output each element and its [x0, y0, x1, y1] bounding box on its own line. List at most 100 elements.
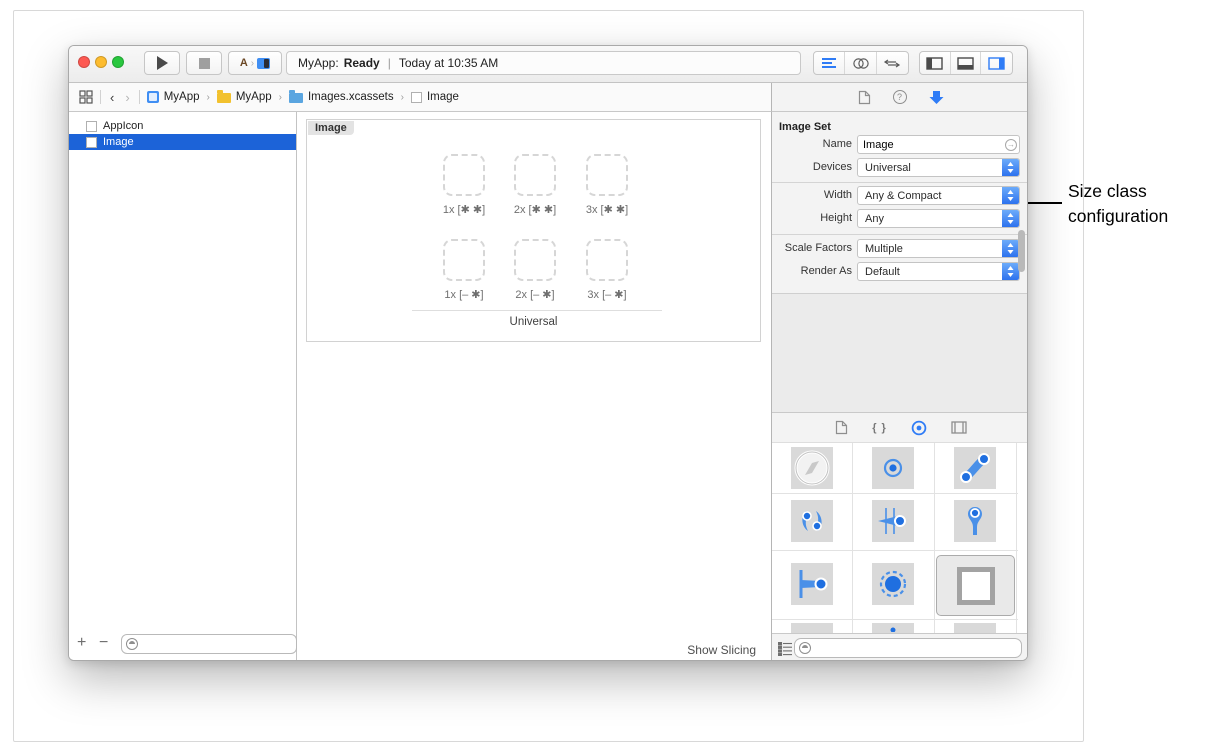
library-item-partial[interactable] — [954, 623, 996, 633]
field-label: Devices — [772, 158, 852, 177]
callout-text: Size class configuration — [1068, 179, 1218, 228]
name-field[interactable]: → — [857, 135, 1020, 154]
compass-icon — [793, 449, 831, 487]
attributes-inspector-tab[interactable] — [929, 90, 944, 105]
editor-mode-group — [813, 51, 909, 75]
run-button[interactable] — [144, 51, 180, 75]
popup-value: Multiple — [858, 243, 1002, 255]
scheme-selector[interactable]: A › — [228, 51, 282, 75]
width-popup[interactable]: Any & Compact — [857, 186, 1020, 205]
circle-dot-icon — [883, 458, 903, 478]
library-item-compass[interactable] — [791, 447, 833, 489]
navigate-arrow-icon[interactable]: → — [1005, 139, 1017, 151]
toggle-debug-area-button[interactable] — [951, 52, 982, 74]
add-asset-button[interactable]: + — [77, 635, 86, 651]
image-well-3x-any[interactable] — [586, 154, 628, 196]
standard-editor-button[interactable] — [814, 52, 845, 74]
forward-button[interactable]: › — [123, 91, 131, 104]
version-editor-button[interactable] — [877, 52, 908, 74]
image-set-icon — [411, 92, 422, 103]
asset-row-appicon[interactable]: AppIcon — [69, 118, 296, 134]
library-item-image-well-selected[interactable] — [936, 555, 1015, 616]
stop-icon — [199, 58, 210, 69]
library-item-callout-arrow[interactable] — [872, 500, 914, 542]
back-button[interactable]: ‹ — [108, 91, 116, 104]
scale-factors-popup[interactable]: Multiple — [857, 239, 1020, 258]
library-item-connection[interactable] — [954, 447, 996, 489]
grid-line — [772, 493, 1018, 494]
library-item-bar-dot[interactable] — [791, 563, 833, 605]
zoom-window-button[interactable] — [112, 56, 124, 68]
breadcrumb-group[interactable]: MyApp — [217, 91, 272, 103]
render-as-popup[interactable]: Default — [857, 262, 1020, 281]
library-item-swirl[interactable] — [791, 500, 833, 542]
connection-icon — [958, 451, 992, 485]
related-items-icon[interactable] — [79, 90, 93, 104]
popup-chevrons-icon — [1002, 159, 1019, 176]
image-well-2x-compact[interactable] — [514, 239, 556, 281]
media-library-tab[interactable] — [951, 421, 967, 434]
image-well-1x-any[interactable] — [443, 154, 485, 196]
show-slicing-button[interactable]: Show Slicing — [687, 643, 756, 657]
sidebar-filter-input[interactable] — [142, 638, 296, 650]
remove-asset-button[interactable]: − — [99, 635, 108, 651]
library-scrollbar[interactable] — [1018, 230, 1025, 272]
popup-chevrons-icon — [1002, 210, 1019, 227]
assistant-editor-icon — [852, 57, 870, 70]
height-popup[interactable]: Any — [857, 209, 1020, 228]
chevron-right-icon: › — [251, 58, 254, 69]
divider — [100, 90, 101, 104]
well-label: 3x [– ✱] — [565, 288, 649, 301]
image-well-2x-any[interactable] — [514, 154, 556, 196]
breadcrumb-label: MyApp — [164, 91, 200, 103]
image-set-icon — [86, 121, 97, 132]
image-well-1x-compact[interactable] — [443, 239, 485, 281]
toggle-utilities-button[interactable] — [981, 52, 1012, 74]
chevron-right-icon: › — [401, 92, 404, 103]
traffic-lights — [78, 56, 124, 68]
divider — [772, 182, 1028, 183]
asset-row-image[interactable]: Image — [69, 134, 296, 150]
close-window-button[interactable] — [78, 56, 90, 68]
figure-canvas: A › MyApp: Ready | Today at 10:35 AM — [0, 0, 1221, 754]
field-label: Height — [772, 209, 852, 228]
dot-icon — [889, 624, 897, 632]
library-view-mode-icon[interactable] — [778, 642, 792, 656]
stop-button[interactable] — [186, 51, 222, 75]
inspector-tab-bar: ? — [771, 83, 1028, 112]
quick-help-inspector-tab[interactable]: ? — [893, 90, 907, 104]
library-filter-field[interactable] — [794, 638, 1022, 658]
file-inspector-tab[interactable] — [858, 90, 871, 105]
assistant-editor-button[interactable] — [845, 52, 876, 74]
library-item-partial[interactable] — [791, 623, 833, 633]
object-library-tab[interactable] — [911, 420, 927, 436]
project-icon — [147, 91, 159, 103]
library-item-focus-ring[interactable] — [872, 563, 914, 605]
divider — [772, 234, 1028, 235]
status-state: Ready — [344, 56, 380, 70]
code-snippet-library-tab[interactable]: { } — [872, 422, 887, 434]
breadcrumb-asset-catalog[interactable]: Images.xcassets — [289, 91, 394, 103]
image-set-box: Image 1x [✱ ✱] 2x [✱ ✱] 3x [✱ ✱] 1x [– ✱… — [306, 119, 761, 342]
file-template-library-tab[interactable] — [835, 420, 848, 435]
asset-row-label: Image — [103, 136, 134, 148]
callout-line — [1028, 202, 1062, 204]
library-item-pin[interactable] — [954, 500, 996, 542]
library-item-partial[interactable] — [872, 623, 914, 633]
toggle-navigator-button[interactable] — [920, 52, 951, 74]
minimize-window-button[interactable] — [95, 56, 107, 68]
run-destination-icon — [257, 58, 270, 69]
breadcrumb-label: Image — [427, 91, 459, 103]
debug-area-icon — [957, 57, 974, 70]
sidebar-filter-field[interactable] — [121, 634, 297, 654]
breadcrumb-project[interactable]: MyApp — [147, 91, 200, 103]
object-library-grid — [772, 443, 1028, 633]
standard-editor-icon — [821, 57, 837, 70]
library-item-circle-dot[interactable] — [872, 447, 914, 489]
devices-popup[interactable]: Universal — [857, 158, 1020, 177]
library-filter-input[interactable] — [815, 642, 1021, 654]
image-well-3x-compact[interactable] — [586, 239, 628, 281]
name-input[interactable] — [858, 139, 1005, 151]
asset-list-sidebar: AppIcon Image + − — [69, 112, 297, 661]
breadcrumb-image-set[interactable]: Image — [411, 91, 459, 103]
